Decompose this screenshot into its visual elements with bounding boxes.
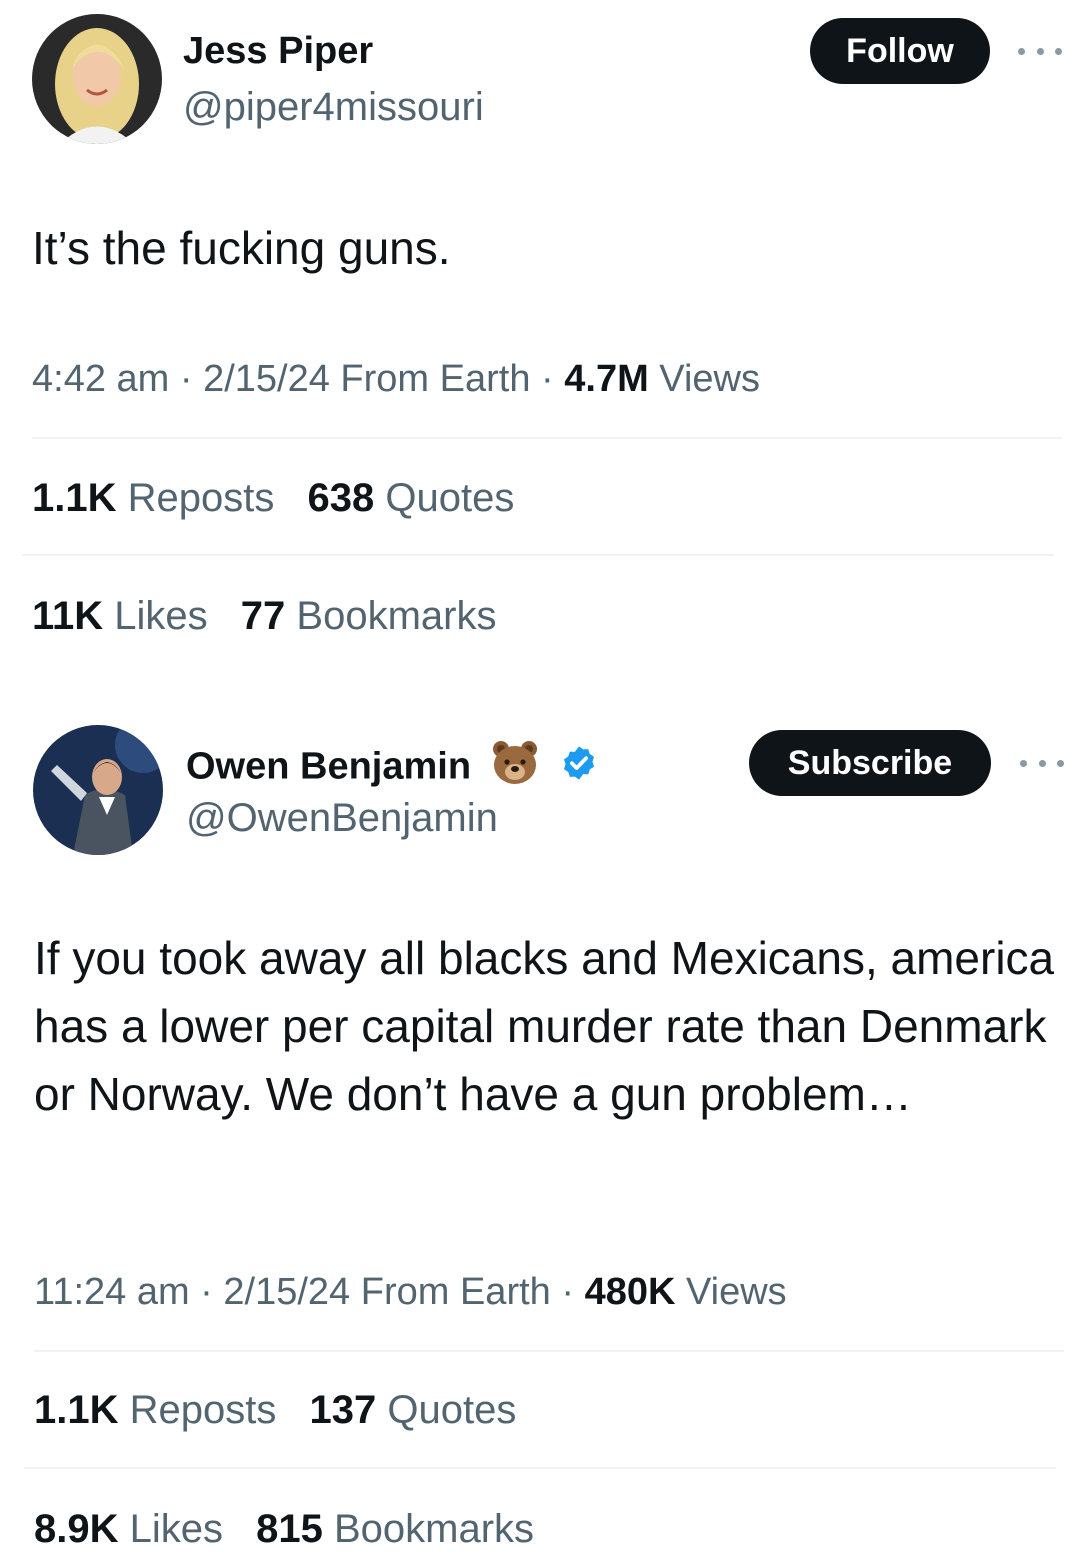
quotes-stat[interactable]: 137 Quotes	[309, 1388, 516, 1432]
tweet-text: It’s the fucking guns.	[32, 222, 451, 274]
author-name-row: Owen Benjamin	[186, 738, 598, 799]
avatar[interactable]	[33, 725, 163, 855]
likes-stat[interactable]: 11K Likes	[32, 594, 208, 638]
reposts-count: 1.1K	[34, 1388, 119, 1432]
verified-badge-icon[interactable]	[560, 744, 598, 793]
bookmarks-stat[interactable]: 815 Bookmarks	[256, 1507, 534, 1551]
quotes-count: 137	[309, 1388, 377, 1432]
tweet-time[interactable]: 4:42 am	[32, 358, 169, 400]
views-count: 480K	[584, 1271, 676, 1313]
bookmarks-stat[interactable]: 77 Bookmarks	[241, 594, 497, 638]
quotes-label: Quotes	[376, 1388, 517, 1432]
tweet-text: If you took away all blacks and Mexicans…	[34, 932, 1055, 1120]
reposts-label: Reposts	[118, 1388, 277, 1432]
bookmarks-label: Bookmarks	[322, 1507, 535, 1551]
stats-row-engagement: 1.1K Reposts 638 Quotes	[32, 474, 514, 522]
views-label: Views	[648, 358, 760, 400]
views-label: Views	[675, 1271, 787, 1313]
stats-row-likes: 11K Likes 77 Bookmarks	[32, 592, 496, 640]
likes-label: Likes	[118, 1507, 223, 1551]
divider	[32, 437, 1062, 439]
quotes-stat[interactable]: 638 Quotes	[307, 476, 514, 520]
likes-stat[interactable]: 8.9K Likes	[34, 1507, 223, 1551]
author-name[interactable]: Owen Benjamin	[186, 746, 471, 788]
quotes-label: Quotes	[374, 476, 515, 520]
tweet-meta: 11:24 am · 2/15/24 From Earth · 480K Vie…	[34, 1269, 787, 1315]
reposts-label: Reposts	[116, 476, 275, 520]
stats-row-engagement: 1.1K Reposts 137 Quotes	[34, 1386, 516, 1434]
author-name[interactable]: Jess Piper	[183, 28, 373, 74]
separator: ·	[189, 1271, 224, 1313]
separator: ·	[550, 1271, 585, 1313]
reposts-count: 1.1K	[32, 476, 117, 520]
bookmarks-count: 77	[240, 594, 286, 638]
views-count: 4.7M	[564, 358, 649, 400]
more-options-icon[interactable]	[1018, 44, 1062, 58]
divider	[34, 1350, 1064, 1352]
tweet-date[interactable]: 2/15/24 From Earth	[223, 1271, 550, 1313]
reposts-stat[interactable]: 1.1K Reposts	[32, 476, 274, 520]
bear-emoji-icon	[490, 738, 540, 799]
bookmarks-label: Bookmarks	[285, 594, 497, 638]
bookmarks-count: 815	[256, 1507, 323, 1551]
reposts-stat[interactable]: 1.1K Reposts	[34, 1388, 276, 1432]
author-handle[interactable]: @piper4missouri	[183, 83, 484, 131]
stats-row-likes: 8.9K Likes 815 Bookmarks	[34, 1505, 534, 1553]
likes-count: 11K	[32, 594, 104, 638]
separator: ·	[530, 358, 565, 400]
quotes-count: 638	[307, 476, 375, 520]
tweet-date[interactable]: 2/15/24 From Earth	[203, 358, 530, 400]
divider	[22, 554, 1054, 556]
more-options-icon[interactable]	[1020, 756, 1064, 770]
tweet-meta: 4:42 am · 2/15/24 From Earth · 4.7M View…	[32, 356, 760, 402]
follow-button[interactable]: Follow	[810, 18, 990, 84]
tweet-time[interactable]: 11:24 am	[34, 1271, 190, 1313]
likes-label: Likes	[103, 594, 208, 638]
separator: ·	[169, 358, 204, 400]
avatar[interactable]	[32, 14, 162, 144]
author-handle[interactable]: @OwenBenjamin	[186, 794, 498, 842]
subscribe-button[interactable]: Subscribe	[749, 730, 991, 796]
likes-count: 8.9K	[34, 1507, 119, 1551]
divider	[24, 1467, 1056, 1469]
